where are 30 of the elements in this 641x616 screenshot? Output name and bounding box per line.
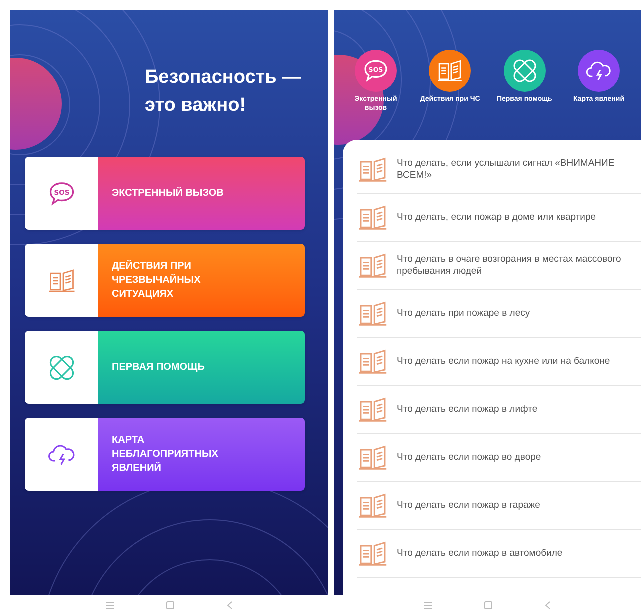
article-item[interactable]: Что делать если пожар в лифте xyxy=(357,386,641,434)
back-icon[interactable] xyxy=(226,601,232,610)
article-item[interactable]: Что делать, если пожар в доме или квартире xyxy=(357,194,641,242)
article-title: Что делать в очаге возгорания в местах массового пребывания людей xyxy=(397,254,622,278)
article-title: Что делать если пожар в гараже xyxy=(397,500,542,512)
article-item[interactable]: Что делать, если услышали сигнал «ВНИМАНИЕ ВСЕМ!» xyxy=(357,146,641,194)
card-label: ПЕРВАЯ ПОМОЩЬ xyxy=(112,360,206,374)
menu-card[interactable]: КАРТА НЕБЛАГОПРИЯТНЫХ ЯВЛЕНИЙ xyxy=(25,418,305,491)
card-label: КАРТА НЕБЛАГОПРИЯТНЫХ ЯВЛЕНИЙ xyxy=(112,434,220,476)
article-item[interactable]: Что делать если пожар во дворе xyxy=(357,434,641,482)
article-title: Что делать при пожаре в лесу xyxy=(397,308,532,320)
menu-icon[interactable] xyxy=(106,602,114,610)
article-title: Что делать, если услышали сигнал «ВНИМАНИЕ ВСЕМ!» xyxy=(397,158,616,182)
menu-icon[interactable] xyxy=(424,602,432,610)
article-item[interactable]: Что делать в очаге возгорания в местах массового пребывания людей xyxy=(357,242,641,290)
home-square-icon[interactable] xyxy=(166,601,174,610)
back-icon[interactable] xyxy=(545,601,551,610)
article-title: Что делать, если пожар в доме или квартире xyxy=(397,212,598,224)
article-item[interactable]: Что делать если пожар на кухне или на балконе xyxy=(357,338,641,386)
article-item[interactable]: Что делать если пожар в гараже xyxy=(357,482,641,530)
app-title: Безопасность — это важно! xyxy=(145,66,302,118)
article-item[interactable]: Что делать при пожаре в лесу xyxy=(357,290,641,338)
card-label: ЭКСТРЕННЫЙ ВЫЗОВ xyxy=(112,186,225,200)
article-item[interactable]: Что делать если пожар в автомобиле xyxy=(357,530,641,578)
article-title: Что делать если пожар в автомобиле xyxy=(397,548,564,560)
article-title: Что делать если пожар в лифте xyxy=(397,404,539,416)
article-title: Что делать если пожар во дворе xyxy=(397,452,542,464)
article-title: Что делать если пожар на кухне или на балконе xyxy=(397,356,612,368)
card-label: ДЕЙСТВИЯ ПРИ ЧРЕЗВЫЧАЙНЫХ СИТУАЦИЯХ xyxy=(112,260,202,302)
home-square-icon[interactable] xyxy=(484,601,493,610)
